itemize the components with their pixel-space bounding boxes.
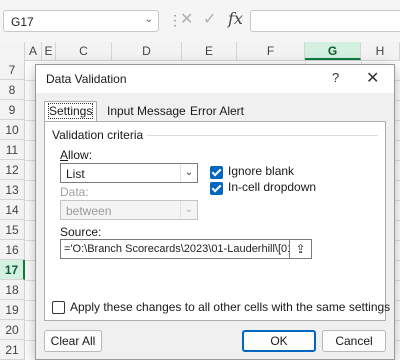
apply-all-checkbox[interactable] bbox=[52, 301, 65, 314]
group-divider bbox=[144, 135, 378, 136]
tab-input-message[interactable]: Input Message bbox=[103, 102, 190, 121]
column-header[interactable]: F bbox=[237, 42, 305, 60]
help-icon[interactable]: ? bbox=[332, 70, 339, 85]
source-label: Source: bbox=[60, 225, 102, 239]
ignore-blank-checkbox[interactable] bbox=[210, 166, 223, 179]
collapse-dialog-button[interactable]: ⇪ bbox=[290, 239, 312, 259]
tab-settings[interactable]: Settings bbox=[44, 101, 98, 122]
row-header[interactable]: 18 bbox=[0, 280, 25, 300]
enter-formula-icon[interactable]: ✓ bbox=[203, 9, 216, 29]
close-icon[interactable]: ✕ bbox=[366, 68, 379, 88]
tab-input-message-label: Input Message bbox=[107, 104, 186, 118]
source-input[interactable]: ='O:\Branch Scorecards\2023\01-Lauderhil… bbox=[60, 239, 290, 259]
in-cell-dropdown-checkbox[interactable] bbox=[210, 182, 223, 195]
column-header[interactable]: C bbox=[56, 42, 112, 60]
row-header[interactable]: 13 bbox=[0, 180, 25, 200]
formula-bar: G17 ⌄ ⋮ ✕ ✓ fx bbox=[0, 0, 400, 43]
insert-function-icon[interactable]: fx bbox=[228, 9, 243, 28]
data-label: Data: bbox=[60, 185, 89, 199]
row-header[interactable]: 20 bbox=[0, 320, 25, 340]
row-header[interactable]: 12 bbox=[0, 160, 25, 180]
select-all-corner[interactable] bbox=[0, 42, 25, 60]
ok-button[interactable]: OK bbox=[242, 330, 316, 352]
tab-settings-label: Settings bbox=[47, 103, 94, 119]
dialog-title: Data Validation bbox=[46, 72, 127, 86]
settings-panel bbox=[44, 121, 386, 321]
column-header-selected[interactable]: G bbox=[305, 42, 361, 60]
chevron-down-icon: ⌄ bbox=[180, 201, 197, 219]
clear-all-button[interactable]: Clear All bbox=[44, 330, 102, 352]
row-header[interactable]: 10 bbox=[0, 120, 25, 140]
name-box-value: G17 bbox=[11, 15, 34, 29]
column-header[interactable]: A bbox=[25, 42, 42, 60]
name-box[interactable]: G17 ⌄ bbox=[3, 10, 159, 32]
data-validation-dialog: Data Validation ? ✕ Settings Input Messa… bbox=[35, 64, 395, 360]
allow-label: Allow: bbox=[60, 148, 93, 162]
column-header[interactable]: H bbox=[361, 42, 400, 60]
cancel-formula-icon[interactable]: ✕ bbox=[180, 9, 193, 29]
tab-error-alert[interactable]: Error Alert bbox=[186, 102, 248, 121]
formula-input[interactable] bbox=[250, 10, 400, 32]
row-header[interactable]: 11 bbox=[0, 140, 25, 160]
ignore-blank-label[interactable]: Ignore blank bbox=[228, 164, 294, 178]
row-header[interactable]: 16 bbox=[0, 240, 25, 260]
row-header[interactable]: 21 bbox=[0, 340, 25, 360]
column-header[interactable]: E bbox=[182, 42, 237, 60]
range-select-icon: ⇪ bbox=[295, 242, 306, 256]
in-cell-dropdown-label[interactable]: In-cell dropdown bbox=[228, 180, 316, 194]
row-header[interactable]: 8 bbox=[0, 80, 25, 100]
apply-all-label[interactable]: Apply these changes to all other cells w… bbox=[70, 300, 390, 314]
dialog-title-bar[interactable]: Data Validation ? ✕ bbox=[36, 65, 394, 93]
validation-criteria-heading: Validation criteria bbox=[52, 128, 148, 142]
chevron-down-icon[interactable]: ⌄ bbox=[145, 14, 153, 25]
allow-select[interactable]: List ⌄ bbox=[60, 163, 198, 183]
column-header[interactable]: D bbox=[112, 42, 182, 60]
column-header-row: A E C D E F G H bbox=[0, 42, 400, 61]
chevron-down-icon[interactable]: ⌄ bbox=[180, 164, 197, 182]
data-select-value: between bbox=[66, 204, 112, 218]
row-header-selected[interactable]: 17 bbox=[0, 260, 25, 280]
row-header[interactable]: 7 bbox=[0, 60, 25, 80]
row-header[interactable]: 15 bbox=[0, 220, 25, 240]
data-select: between ⌄ bbox=[60, 200, 198, 220]
cancel-button[interactable]: Cancel bbox=[322, 330, 386, 352]
row-header[interactable]: 14 bbox=[0, 200, 25, 220]
column-header[interactable]: E bbox=[42, 42, 56, 60]
source-input-value: ='O:\Branch Scorecards\2023\01-Lauderhil… bbox=[64, 243, 290, 255]
tab-error-alert-label: Error Alert bbox=[190, 104, 245, 118]
allow-select-value: List bbox=[66, 167, 85, 181]
row-header[interactable]: 19 bbox=[0, 300, 25, 320]
row-header[interactable]: 9 bbox=[0, 100, 25, 120]
